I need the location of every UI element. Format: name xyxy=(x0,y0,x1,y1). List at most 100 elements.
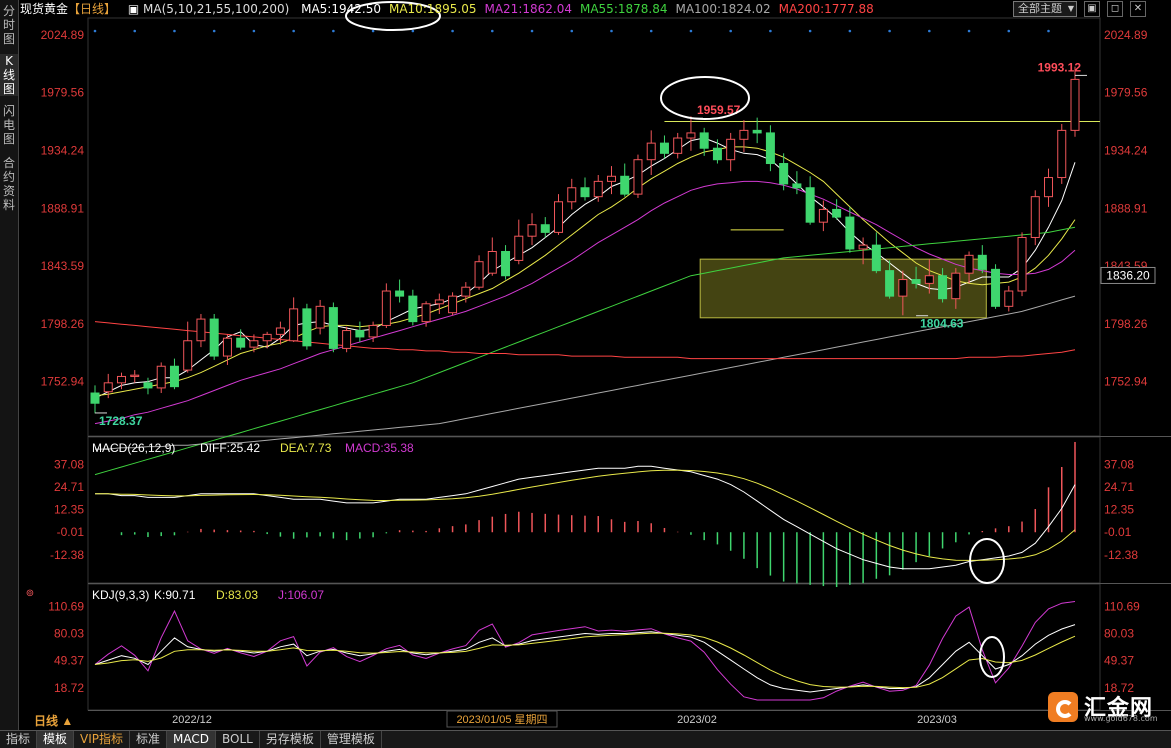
candle-body xyxy=(606,175,616,182)
candle-body xyxy=(434,299,444,305)
chart-canvas[interactable]: 2024.89 2024.89 1979.56 1979.56 1934.24 1934.… xyxy=(0,0,1171,730)
bottom-tab-3[interactable]: 标准 xyxy=(130,731,168,748)
candle-body xyxy=(448,295,458,314)
bottom-tab-0[interactable]: 指标 xyxy=(0,731,38,748)
close-button[interactable]: ✕ xyxy=(1130,1,1146,17)
kdj-title: KDJ(9,3,3) xyxy=(92,588,149,602)
candle-body xyxy=(355,330,365,338)
y-tick-left: 1979.56 xyxy=(41,86,85,100)
ma-value-2: MA21:1862.04 xyxy=(484,2,572,16)
bottom-tab-1[interactable]: 模板 xyxy=(37,731,75,748)
bottom-tab-4[interactable]: MACD xyxy=(167,731,217,748)
chart-header: 现货黄金【日线】 ▣ MA(5,10,21,55,100,200) MA5:19… xyxy=(20,0,1171,18)
y-tick-right: 1752.94 xyxy=(1104,375,1148,389)
candle-body xyxy=(712,147,722,161)
period-marker-dot xyxy=(689,29,693,33)
kdj-legend-1: D:83.03 xyxy=(216,588,258,602)
candle-body xyxy=(898,279,908,297)
candle-body xyxy=(938,275,948,300)
period-marker-dot xyxy=(610,29,613,33)
candle-body xyxy=(580,187,590,198)
candle-body xyxy=(1044,177,1054,198)
extreme-label: 1804.63 xyxy=(920,317,964,331)
period-marker-dot xyxy=(490,29,494,33)
macd-y-tick-left: -12.38 xyxy=(50,548,84,562)
logo-icon xyxy=(1048,692,1078,722)
y-tick-right: 1934.24 xyxy=(1104,143,1148,157)
x-tick-label: 2023/02 xyxy=(677,714,717,726)
period-marker-dot xyxy=(649,29,653,33)
logo-url: www.gold678.com xyxy=(1084,714,1158,723)
period-marker-dot xyxy=(928,29,931,33)
candle-body xyxy=(593,180,603,198)
candle-body xyxy=(222,337,232,357)
candle-body xyxy=(964,254,974,274)
period-marker-dot xyxy=(530,29,534,33)
candle-body xyxy=(885,270,895,297)
ma-value-0: MA5:1942.50 xyxy=(301,2,381,16)
macd-y-tick-left: 37.08 xyxy=(54,457,84,471)
candle-body xyxy=(381,290,391,326)
candle-body xyxy=(818,208,828,223)
y-tick-right: 1798.26 xyxy=(1104,317,1148,331)
candle-body xyxy=(739,129,749,140)
candle-body xyxy=(275,327,285,335)
kdj-y-tick-left: 49.37 xyxy=(54,654,84,668)
candle-body xyxy=(805,187,815,223)
candle-body xyxy=(911,279,921,284)
candle-body xyxy=(328,307,338,349)
extreme-label: 1959.57 xyxy=(697,103,741,117)
macd-y-tick-right: 24.71 xyxy=(1104,480,1134,494)
y-tick-right: 1979.56 xyxy=(1104,86,1148,100)
period-marker-dot xyxy=(332,29,335,33)
candle-body xyxy=(262,333,272,342)
candle-body xyxy=(143,382,153,389)
macd-y-tick-right: 12.35 xyxy=(1104,503,1134,517)
candle-body xyxy=(699,132,709,149)
candle-body xyxy=(130,374,140,377)
ma-value-3: MA55:1878.84 xyxy=(579,2,668,16)
macd-y-tick-right: -12.38 xyxy=(1104,548,1138,562)
kdj-settings-icon: ⊚ xyxy=(26,588,34,599)
candle-body xyxy=(461,286,471,297)
candle-body xyxy=(368,324,378,338)
restore-button[interactable]: ▣ xyxy=(1084,1,1100,17)
candle-body xyxy=(1004,290,1014,307)
ma-value-4: MA100:1824.02 xyxy=(675,2,771,16)
extreme-label: 1728.37 xyxy=(99,414,143,428)
panel-frame-2 xyxy=(87,583,1101,711)
period-marker-dot xyxy=(451,29,454,33)
macd-legend-1: DEA:7.73 xyxy=(280,441,332,455)
candle-body xyxy=(765,132,775,165)
bottom-tab-6[interactable]: 另存模板 xyxy=(260,731,321,748)
candle-body xyxy=(779,163,789,185)
macd-y-tick-left: 24.71 xyxy=(54,480,84,494)
ma-value-5: MA200:1777.88 xyxy=(778,2,874,16)
period-marker-dot xyxy=(729,29,732,33)
maximize-button[interactable]: ◻ xyxy=(1107,1,1123,17)
period-marker-dot xyxy=(252,29,256,33)
candle-body xyxy=(726,138,736,161)
period-marker-dot xyxy=(173,29,176,33)
bottom-tab-5[interactable]: BOLL xyxy=(216,731,260,748)
bottom-tab-7[interactable]: 管理模板 xyxy=(321,731,382,748)
period-marker-dot xyxy=(411,29,415,33)
panel-frame-1 xyxy=(87,436,1101,584)
candle-body xyxy=(633,159,643,195)
period-marker-dot xyxy=(570,29,574,33)
period-marker-dot xyxy=(808,29,812,33)
candle-body xyxy=(673,137,683,154)
kdj-y-tick-right: 110.69 xyxy=(1104,599,1140,613)
ma-value-1: MA10:1895.05 xyxy=(388,2,477,16)
period-marker-dot xyxy=(93,29,97,33)
panel-frame-0 xyxy=(87,17,1101,437)
candle-body xyxy=(395,290,405,297)
ma-values: MA5:1942.50 MA10:1895.05 MA21:1862.04 MA55:… xyxy=(301,2,882,16)
bottom-tab-2[interactable]: VIP指标 xyxy=(74,731,131,748)
ma-indicator-icon[interactable]: ▣ xyxy=(128,2,139,16)
theme-select[interactable]: 全部主题 xyxy=(1013,1,1077,17)
kdj-y-tick-left: 18.72 xyxy=(54,681,84,695)
candle-body xyxy=(514,235,524,261)
candle-body xyxy=(845,216,855,250)
candle-body xyxy=(116,375,126,384)
